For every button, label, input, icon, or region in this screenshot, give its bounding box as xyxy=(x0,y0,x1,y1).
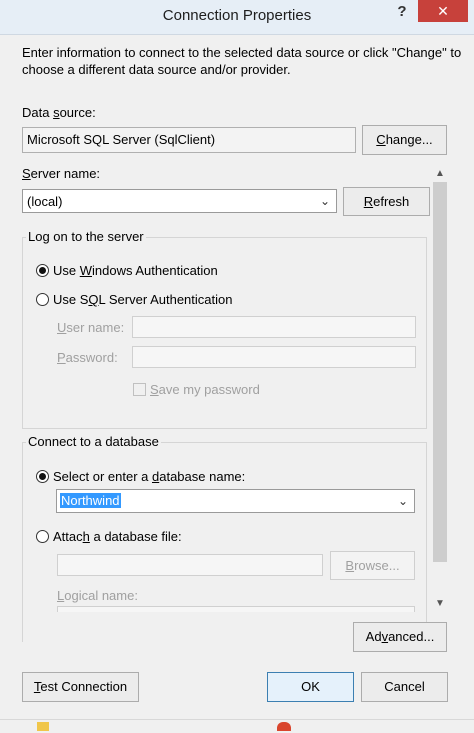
refresh-button[interactable]: Refresh xyxy=(343,187,430,216)
database-name-value: Northwind xyxy=(60,493,121,508)
data-source-label: Data source: xyxy=(22,105,96,120)
scrollbar-thumb[interactable] xyxy=(433,182,447,562)
logical-name-input[interactable] xyxy=(57,606,415,612)
database-group-title: Connect to a database xyxy=(26,434,161,449)
select-database-radio[interactable] xyxy=(36,470,49,483)
sql-auth-radio[interactable] xyxy=(36,293,49,306)
attach-database-label[interactable]: Attach a database file: xyxy=(53,529,182,544)
user-name-label: User name: xyxy=(57,320,125,335)
help-button[interactable]: ? xyxy=(392,3,412,25)
test-connection-button[interactable]: Test Connection xyxy=(22,672,139,702)
browse-button[interactable]: Browse... xyxy=(330,551,415,580)
database-name-combobox[interactable]: Northwind ⌄ xyxy=(56,489,415,513)
ok-button[interactable]: OK xyxy=(267,672,354,702)
sql-auth-label[interactable]: Use SQL Server Authentication xyxy=(53,292,232,307)
database-file-input[interactable] xyxy=(57,554,323,576)
chevron-down-icon[interactable]: ⌄ xyxy=(398,494,408,508)
logon-group-title: Log on to the server xyxy=(26,229,146,244)
instructions-text: Enter information to connect to the sele… xyxy=(22,45,462,77)
server-name-label: Server name: xyxy=(22,166,101,181)
close-button[interactable]: ✕ xyxy=(418,0,468,22)
taskbar-strip xyxy=(0,719,474,733)
password-input[interactable] xyxy=(132,346,416,368)
attach-database-radio[interactable] xyxy=(36,530,49,543)
password-label: Password: xyxy=(57,350,118,365)
windows-auth-radio[interactable] xyxy=(36,264,49,277)
user-name-input[interactable] xyxy=(132,316,416,338)
scroll-up-icon[interactable]: ▲ xyxy=(432,168,448,179)
save-password-label[interactable]: Save my password xyxy=(150,382,260,397)
windows-auth-label[interactable]: Use Windows Authentication xyxy=(53,263,218,278)
app-icon xyxy=(277,722,291,731)
change-button[interactable]: Change... xyxy=(362,125,447,155)
logical-name-label: Logical name: xyxy=(57,588,138,603)
server-name-value: (local) xyxy=(27,194,63,209)
folder-icon xyxy=(37,722,49,731)
server-name-combobox[interactable]: (local) ⌄ xyxy=(22,189,337,213)
scroll-down-icon[interactable]: ▼ xyxy=(432,598,448,609)
select-database-label[interactable]: Select or enter a database name: xyxy=(53,469,245,484)
data-source-field: Microsoft SQL Server (SqlClient) xyxy=(22,127,356,153)
advanced-button[interactable]: Advanced... xyxy=(353,622,447,652)
save-password-checkbox[interactable] xyxy=(133,383,146,396)
chevron-down-icon[interactable]: ⌄ xyxy=(320,194,330,208)
cancel-button[interactable]: Cancel xyxy=(361,672,448,702)
